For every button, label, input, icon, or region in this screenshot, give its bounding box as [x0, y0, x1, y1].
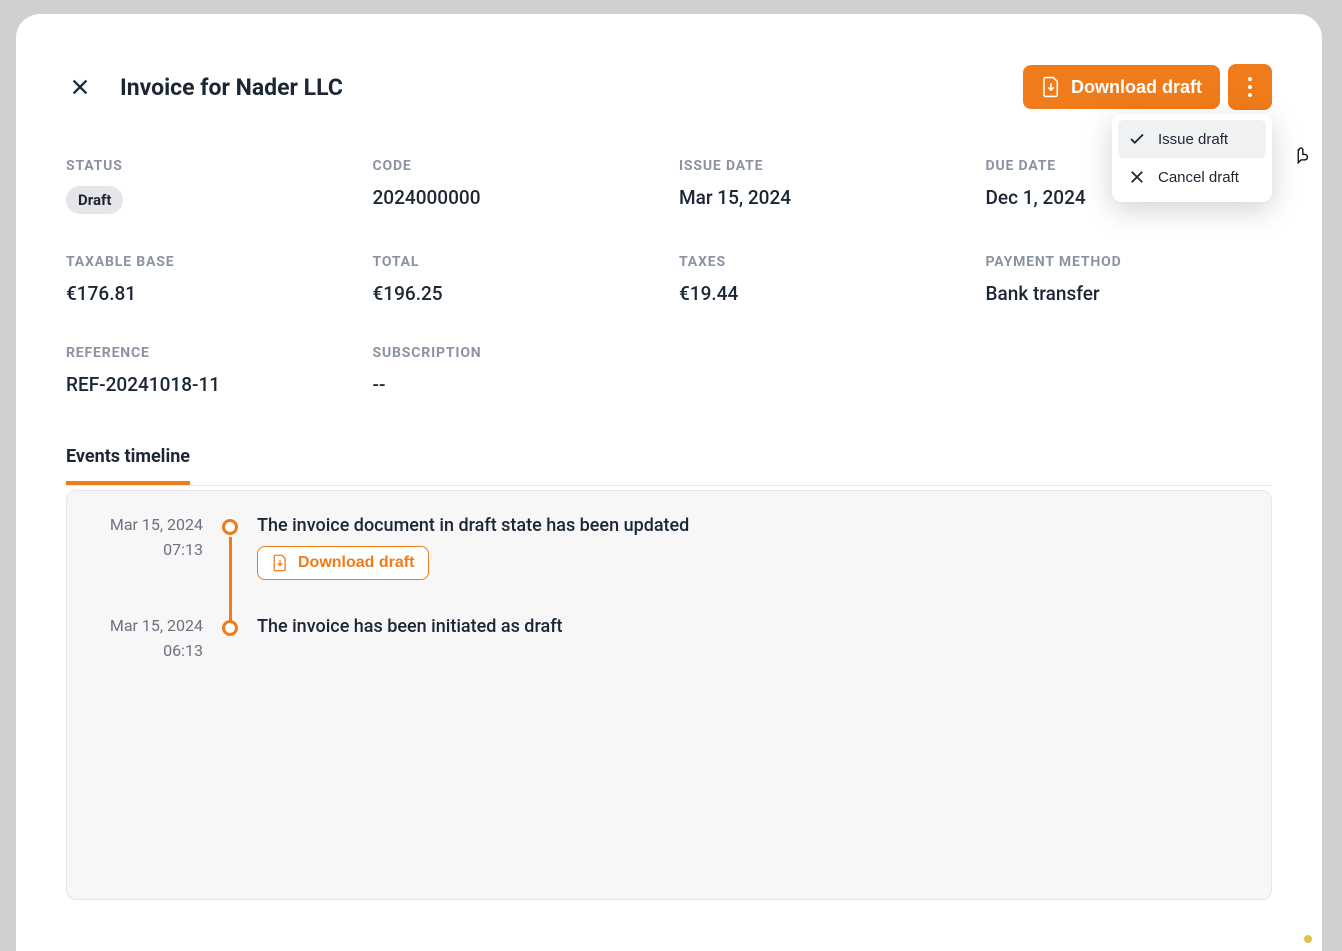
more-dropdown: Issue draft Cancel draft	[1112, 114, 1272, 202]
timeline-panel: Mar 15, 2024 07:13 The invoice document …	[66, 490, 1272, 900]
subscription-label: SUBSCRIPTION	[373, 345, 660, 361]
field-status: STATUS Draft	[66, 158, 353, 214]
event-download-draft-button[interactable]: Download draft	[257, 546, 429, 580]
timeline-marker	[221, 515, 239, 580]
payment-method-value: Bank transfer	[986, 282, 1273, 305]
taxable-base-value: €176.81	[66, 282, 353, 305]
page-title: Invoice for Nader LLC	[120, 74, 1023, 101]
timeline-dot-icon	[222, 519, 238, 535]
status-label: STATUS	[66, 158, 353, 174]
issue-draft-item[interactable]: Issue draft	[1118, 120, 1266, 158]
code-value: 2024000000	[373, 186, 660, 209]
taxable-base-label: TAXABLE BASE	[66, 254, 353, 270]
timeline-event: Mar 15, 2024 07:13 The invoice document …	[91, 515, 1247, 580]
timeline-event: Mar 15, 2024 06:13 The invoice has been …	[91, 616, 1247, 660]
download-draft-label: Download draft	[1071, 77, 1202, 98]
field-code: CODE 2024000000	[373, 158, 660, 214]
field-taxes: TAXES €19.44	[679, 254, 966, 305]
event-download-label: Download draft	[298, 554, 414, 572]
field-payment-method: PAYMENT METHOD Bank transfer	[986, 254, 1273, 305]
event-body: The invoice document in draft state has …	[257, 515, 1247, 580]
dots-vertical-icon	[1248, 75, 1252, 99]
close-icon	[69, 76, 91, 98]
x-icon	[1128, 168, 1146, 186]
check-icon	[1128, 130, 1146, 148]
download-icon	[272, 554, 288, 572]
event-date: Mar 15, 2024	[110, 616, 203, 635]
tab-bar: Events timeline	[66, 446, 1272, 486]
event-time: 07:13	[91, 540, 203, 559]
event-time: 06:13	[91, 641, 203, 660]
close-button[interactable]	[66, 73, 94, 101]
subscription-value: --	[373, 373, 660, 396]
modal-header: Invoice for Nader LLC Download draft Iss…	[66, 64, 1272, 110]
event-datetime: Mar 15, 2024 06:13	[91, 616, 203, 660]
download-icon	[1041, 76, 1061, 98]
issue-date-label: ISSUE DATE	[679, 158, 966, 174]
total-label: TOTAL	[373, 254, 660, 270]
status-dot-icon	[1304, 935, 1312, 943]
payment-method-label: PAYMENT METHOD	[986, 254, 1273, 270]
event-text: The invoice document in draft state has …	[257, 515, 1247, 536]
tab-events-timeline[interactable]: Events timeline	[66, 446, 190, 485]
event-body: The invoice has been initiated as draft	[257, 616, 1247, 660]
issue-date-value: Mar 15, 2024	[679, 186, 966, 209]
field-reference: REFERENCE REF-20241018-11	[66, 345, 353, 396]
invoice-fields: STATUS Draft CODE 2024000000 ISSUE DATE …	[66, 158, 1272, 396]
event-datetime: Mar 15, 2024 07:13	[91, 515, 203, 580]
taxes-label: TAXES	[679, 254, 966, 270]
reference-label: REFERENCE	[66, 345, 353, 361]
event-date: Mar 15, 2024	[110, 515, 203, 534]
reference-value: REF-20241018-11	[66, 373, 353, 396]
timeline-dot-icon	[222, 620, 238, 636]
download-draft-button[interactable]: Download draft	[1023, 65, 1220, 109]
field-issue-date: ISSUE DATE Mar 15, 2024	[679, 158, 966, 214]
invoice-modal: Invoice for Nader LLC Download draft Iss…	[16, 14, 1322, 951]
cursor-pointer-icon	[1290, 146, 1312, 172]
issue-draft-label: Issue draft	[1158, 131, 1228, 148]
field-taxable-base: TAXABLE BASE €176.81	[66, 254, 353, 305]
field-subscription: SUBSCRIPTION --	[373, 345, 660, 396]
cancel-draft-item[interactable]: Cancel draft	[1118, 158, 1266, 196]
taxes-value: €19.44	[679, 282, 966, 305]
field-total: TOTAL €196.25	[373, 254, 660, 305]
cancel-draft-label: Cancel draft	[1158, 169, 1239, 186]
event-text: The invoice has been initiated as draft	[257, 616, 1247, 637]
code-label: CODE	[373, 158, 660, 174]
total-value: €196.25	[373, 282, 660, 305]
timeline-marker	[221, 616, 239, 660]
more-menu-button[interactable]: Issue draft Cancel draft	[1228, 64, 1272, 110]
status-badge: Draft	[66, 186, 123, 214]
